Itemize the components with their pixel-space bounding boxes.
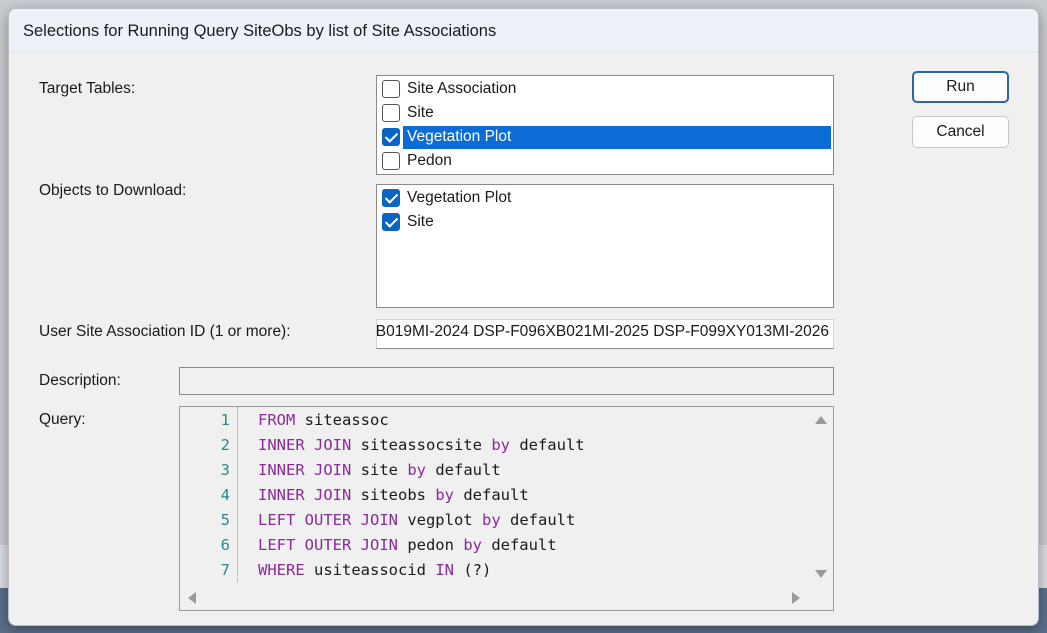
sql-identifier: (?) (454, 561, 492, 579)
query-line[interactable]: 1 FROM siteassoc (180, 409, 810, 434)
query-code-text: WHERE usiteassocid IN (?) (258, 561, 491, 579)
query-line[interactable]: 5 LEFT OUTER JOIN vegplot by default (180, 509, 810, 534)
sql-identifier: siteassocsite (351, 436, 492, 454)
objects-to-download-label: Objects to Download: (39, 182, 187, 199)
query-label: Query: (39, 411, 86, 428)
line-number: 6 (220, 536, 230, 554)
run-button[interactable]: Run (912, 71, 1009, 103)
scroll-left-arrow-icon[interactable] (188, 592, 196, 604)
query-horizontal-scrollbar[interactable] (180, 585, 810, 610)
scroll-up-arrow-icon[interactable] (815, 416, 827, 424)
sql-keyword: by (491, 436, 510, 454)
line-number: 3 (220, 461, 230, 479)
checkbox-checked-icon[interactable] (382, 213, 400, 231)
sql-identifier: default (481, 536, 557, 554)
description-label: Description: (39, 372, 121, 389)
scroll-right-arrow-icon[interactable] (792, 592, 800, 604)
checkbox-unchecked-icon[interactable] (382, 80, 400, 98)
sql-keyword: INNER JOIN (258, 436, 352, 454)
sql-keyword: WHERE (258, 561, 305, 579)
checkbox-unchecked-icon[interactable] (382, 152, 400, 170)
sql-keyword: by (435, 486, 454, 504)
sql-identifier: pedon (397, 536, 464, 554)
line-number: 5 (220, 511, 230, 529)
list-item[interactable]: Vegetation Plot (379, 187, 831, 210)
user-site-assoc-id-input[interactable]: B019MI-2024 DSP-F096XB021MI-2025 DSP-F09… (376, 319, 834, 349)
query-vertical-scrollbar[interactable] (809, 407, 833, 585)
list-item-label: Vegetation Plot (407, 128, 512, 145)
sql-identifier: usiteassocid (304, 561, 436, 579)
target-tables-label: Target Tables: (39, 80, 136, 97)
sql-keyword: by (463, 536, 482, 554)
list-item[interactable]: Vegetation Plot (379, 126, 831, 149)
sql-identifier: siteassoc (295, 411, 389, 429)
query-editor[interactable]: 1 FROM siteassoc 2 INNER JOIN siteassocsite… (179, 406, 834, 611)
query-code-text: FROM siteassoc (258, 411, 389, 429)
target-tables-listbox[interactable]: Site Association Site Vegetation Plot Pedon (376, 75, 834, 175)
line-number: 4 (220, 486, 230, 504)
query-line[interactable]: 4 INNER JOIN siteobs by default (180, 484, 810, 509)
sql-keyword: LEFT OUTER JOIN (258, 536, 398, 554)
list-item-label: Site (407, 104, 434, 121)
sql-identifier: default (454, 486, 529, 504)
query-code-text: INNER JOIN site by default (258, 461, 501, 479)
sql-keyword: FROM (258, 411, 296, 429)
line-number: 1 (220, 411, 230, 429)
dialog-titlebar[interactable]: Selections for Running Query SiteObs by … (9, 9, 1038, 53)
query-code-text: INNER JOIN siteassocsite by default (258, 436, 585, 454)
scroll-down-arrow-icon[interactable] (815, 570, 827, 578)
query-line[interactable]: 6 LEFT OUTER JOIN pedon by default (180, 534, 810, 559)
list-item-highlight: Vegetation Plot (403, 126, 831, 149)
sql-identifier: siteobs (351, 486, 436, 504)
list-item-label: Vegetation Plot (407, 189, 512, 206)
query-code-text: INNER JOIN siteobs by default (258, 486, 529, 504)
sql-identifier: default (426, 461, 501, 479)
list-item[interactable]: Site Association (379, 78, 831, 101)
sql-identifier: default (509, 436, 585, 454)
dialog-title: Selections for Running Query SiteObs by … (23, 22, 497, 40)
description-input[interactable] (179, 367, 834, 395)
list-item-highlight: Vegetation Plot (403, 187, 831, 210)
query-line[interactable]: 7 WHERE usiteassocid IN (?) (180, 559, 810, 584)
sql-keyword: INNER JOIN (258, 461, 352, 479)
list-item-highlight: Site (403, 102, 831, 125)
sql-keyword: by (481, 511, 501, 529)
query-line[interactable]: 2 INNER JOIN siteassocsite by default (180, 434, 810, 459)
query-code-text: LEFT OUTER JOIN pedon by default (258, 536, 557, 554)
line-number: 2 (220, 436, 230, 454)
objects-to-download-listbox[interactable]: Vegetation Plot Site (376, 184, 834, 308)
sql-keyword: INNER JOIN (258, 486, 352, 504)
sql-identifier: site (351, 461, 408, 479)
list-item-highlight: Pedon (403, 150, 831, 173)
line-number: 7 (220, 561, 230, 579)
list-item-highlight: Site Association (403, 78, 831, 101)
list-item-label: Site Association (407, 80, 517, 97)
list-item-highlight: Site (403, 211, 831, 234)
query-line[interactable]: 3 INNER JOIN site by default (180, 459, 810, 484)
sql-keyword: LEFT OUTER JOIN (258, 511, 398, 529)
checkbox-checked-icon[interactable] (382, 128, 400, 146)
user-site-assoc-id-label: User Site Association ID (1 or more): (39, 323, 291, 340)
list-item-label: Site (407, 213, 434, 230)
sql-keyword: IN (435, 561, 454, 579)
sql-keyword: by (407, 461, 426, 479)
sql-identifier: vegplot (397, 511, 482, 529)
checkbox-checked-icon[interactable] (382, 189, 400, 207)
cancel-button[interactable]: Cancel (912, 116, 1009, 148)
sql-identifier: default (500, 511, 576, 529)
dialog-window: Selections for Running Query SiteObs by … (8, 8, 1039, 626)
list-item[interactable]: Pedon (379, 150, 831, 173)
user-site-assoc-id-value: B019MI-2024 DSP-F096XB021MI-2025 DSP-F09… (376, 323, 829, 340)
checkbox-unchecked-icon[interactable] (382, 104, 400, 122)
list-item[interactable]: Site (379, 211, 831, 234)
list-item[interactable]: Site (379, 102, 831, 125)
query-code-text: LEFT OUTER JOIN vegplot by default (258, 511, 575, 529)
list-item-label: Pedon (407, 152, 452, 169)
